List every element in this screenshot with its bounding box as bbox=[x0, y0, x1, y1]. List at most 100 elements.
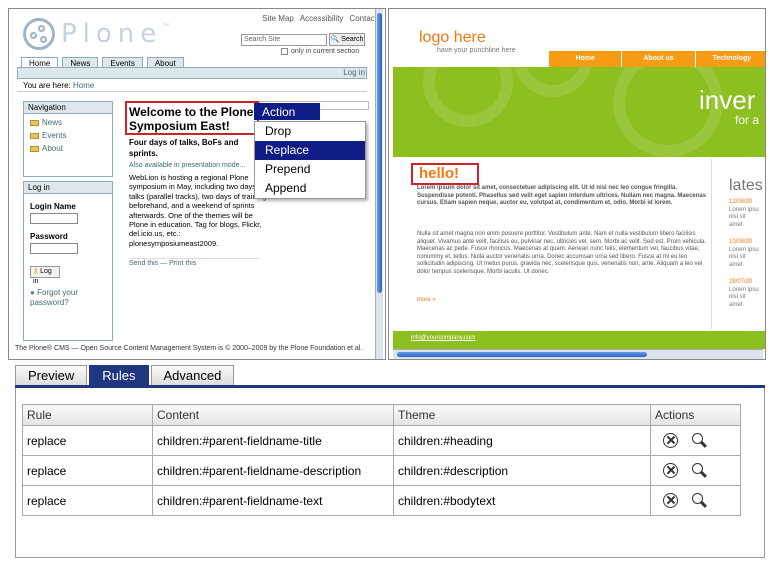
theme-latest-heading: lates bbox=[729, 177, 763, 194]
side-item-line: amet bbox=[729, 221, 743, 228]
accessibility-link[interactable]: Accessibility bbox=[300, 14, 344, 23]
table-header-row: Rule Content Theme Actions bbox=[22, 404, 741, 426]
only-in-section-checkbox[interactable] bbox=[281, 48, 288, 55]
contact-link[interactable]: Contact bbox=[349, 14, 377, 23]
search-button[interactable]: 🔍 Search bbox=[329, 33, 365, 46]
side-item-date: 28/07/20 bbox=[729, 279, 753, 285]
nav-item-events[interactable]: Events bbox=[24, 131, 112, 140]
nav-item-label: About bbox=[42, 144, 63, 153]
search-input[interactable]: Search Site bbox=[241, 34, 327, 46]
actions-cell bbox=[650, 485, 741, 516]
hero-ring bbox=[423, 67, 513, 127]
info-icon: ● bbox=[30, 288, 35, 297]
only-in-section-label: only in current section bbox=[291, 48, 360, 55]
personal-bar bbox=[17, 67, 367, 79]
action-drop[interactable]: Drop bbox=[255, 122, 365, 141]
side-item-line: amet bbox=[729, 301, 743, 308]
inspect-icon[interactable] bbox=[692, 432, 708, 449]
plone-logo-icon bbox=[23, 18, 55, 50]
theme-punchline: have your punchline here bbox=[437, 47, 516, 54]
theme-email-link[interactable]: info@yourcompany.com bbox=[411, 335, 475, 341]
action-prepend[interactable]: Prepend bbox=[255, 160, 365, 179]
side-item-line: nisl sit bbox=[729, 214, 746, 220]
side-item-line: Lorem ipsu bbox=[729, 206, 759, 213]
rule-cell: replace bbox=[22, 485, 153, 516]
tab-preview[interactable]: Preview bbox=[15, 365, 88, 386]
password-field[interactable] bbox=[30, 243, 78, 254]
theme-nav: Home About us Technology bbox=[549, 51, 765, 67]
folder-icon bbox=[30, 132, 39, 139]
forgot-password-link[interactable]: ● Forgot your password? bbox=[30, 288, 112, 308]
theme-more-link[interactable]: more » bbox=[417, 297, 436, 303]
login-name-field[interactable] bbox=[30, 213, 78, 224]
theme-nav-technology[interactable]: Technology bbox=[696, 51, 765, 67]
nav-item-about[interactable]: About bbox=[24, 144, 112, 153]
actions-cell bbox=[650, 425, 741, 456]
scrollbar-thumb[interactable] bbox=[377, 13, 382, 293]
side-item-line: nisl sit bbox=[729, 294, 746, 300]
editor-tabs: Preview Rules Advanced bbox=[15, 365, 235, 387]
inspect-icon[interactable] bbox=[692, 492, 708, 509]
navigation-portlet: Navigation News Events About bbox=[23, 101, 113, 177]
theme-nav-home[interactable]: Home bbox=[549, 51, 623, 67]
theme-bodytext: Nulla sit amet magna non enim posuere po… bbox=[417, 231, 707, 275]
theme-cell: children:#heading bbox=[393, 425, 651, 456]
delete-icon[interactable] bbox=[663, 433, 678, 448]
rule-cell: replace bbox=[22, 425, 153, 456]
vertical-scrollbar[interactable] bbox=[375, 9, 383, 359]
rules-table: Rule Content Theme Actions replace child… bbox=[22, 404, 741, 516]
hero-ring bbox=[513, 67, 593, 97]
theme-nav-about[interactable]: About us bbox=[622, 51, 696, 67]
site-actions: Site Map Accessibility Contact bbox=[262, 14, 377, 23]
inspect-icon[interactable] bbox=[692, 462, 708, 479]
theme-description: Lorem ipsum dolor sit amet, consectetuer… bbox=[417, 185, 707, 207]
nav-item-news[interactable]: News bbox=[24, 118, 112, 127]
table-row: replace children:#parent-fieldname-descr… bbox=[22, 455, 741, 486]
divider bbox=[711, 159, 712, 329]
page-description: Four days of talks, BoFs and sprints. bbox=[129, 138, 239, 158]
login-name-label: Login Name bbox=[30, 202, 76, 211]
only-in-section[interactable]: only in current section bbox=[281, 48, 359, 55]
breadcrumb-home[interactable]: Home bbox=[73, 81, 94, 90]
site-map-link[interactable]: Site Map bbox=[262, 14, 294, 23]
scrollbar-thumb[interactable] bbox=[397, 352, 647, 357]
nav-item-label: News bbox=[42, 118, 63, 127]
tab-advanced[interactable]: Advanced bbox=[150, 365, 235, 386]
theme-heading[interactable]: hello! bbox=[411, 163, 479, 185]
presentation-mode-link[interactable]: Also available in presentation mode... bbox=[129, 162, 245, 169]
theme-cell: children:#bodytext bbox=[393, 485, 651, 516]
theme-cell: children:#description bbox=[393, 455, 651, 486]
action-append[interactable]: Append bbox=[255, 179, 365, 198]
delete-icon[interactable] bbox=[663, 463, 678, 478]
divider bbox=[129, 258, 259, 259]
tab-rules[interactable]: Rules bbox=[89, 365, 149, 386]
login-button[interactable]: ⚷ Log in bbox=[30, 266, 60, 285]
theme-preview-frame: logo here have your punchline here Home … bbox=[388, 8, 766, 360]
theme-side-item: 28/07/20 Lorem ipsu nisl sit amet bbox=[729, 279, 759, 309]
plone-logo-text: Plone bbox=[61, 19, 163, 49]
content-cell: children:#parent-fieldname-title bbox=[152, 425, 394, 456]
navigation-portlet-title: Navigation bbox=[24, 102, 112, 114]
send-this-link[interactable]: Send this bbox=[129, 260, 158, 267]
column-header-actions: Actions bbox=[650, 404, 741, 426]
trademark: ™ bbox=[162, 23, 170, 30]
action-replace[interactable]: Replace bbox=[255, 141, 365, 160]
plone-footer: The Plone® CMS — Open Source Content Man… bbox=[15, 345, 363, 352]
delete-icon[interactable] bbox=[663, 493, 678, 508]
plone-logo[interactable]: Plone ™ bbox=[23, 17, 183, 51]
column-header-rule: Rule bbox=[22, 404, 153, 426]
horizontal-scrollbar[interactable] bbox=[393, 349, 763, 359]
password-label: Password bbox=[30, 232, 68, 241]
login-link[interactable]: Log in bbox=[343, 68, 365, 77]
content-cell: children:#parent-fieldname-text bbox=[152, 485, 394, 516]
hero-heading: inver bbox=[699, 85, 756, 115]
page-heading[interactable]: Welcome to the Plone Symposium East! bbox=[125, 101, 259, 135]
print-this-link[interactable]: Print this bbox=[169, 260, 196, 267]
hero-subheading: for a bbox=[735, 113, 760, 127]
page-bodytext: WebLion is hosting a regional Plone symp… bbox=[129, 173, 267, 248]
column-header-content: Content bbox=[152, 404, 394, 426]
theme-logo[interactable]: logo here bbox=[419, 29, 486, 47]
search-button-label: Search bbox=[341, 36, 364, 43]
action-menu-list: Drop Replace Prepend Append bbox=[254, 121, 366, 199]
theme-side-item: 10/08/20 Lorem ipsu nisl sit amet bbox=[729, 239, 759, 269]
